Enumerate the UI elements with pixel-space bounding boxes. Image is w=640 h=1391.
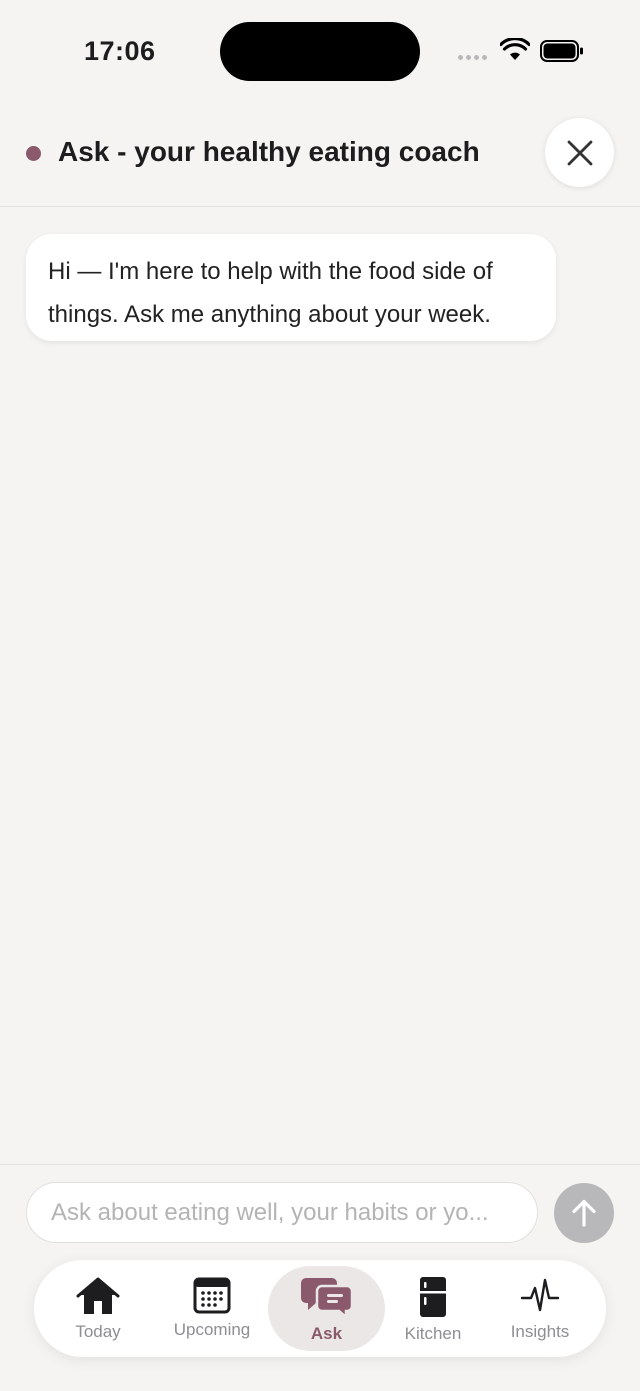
chat-header: Ask - your healthy eating coach (0, 100, 640, 207)
dynamic-island (220, 22, 420, 81)
tab-label: Today (75, 1322, 121, 1341)
cellular-signal-icon (458, 55, 487, 60)
arrow-up-icon (572, 1199, 596, 1227)
message-input[interactable] (27, 1183, 537, 1242)
tab-label: Insights (510, 1322, 570, 1341)
tab-label: Ask (310, 1324, 343, 1343)
message-input-wrapper (26, 1182, 538, 1243)
tab-upcoming[interactable]: Upcoming (160, 1266, 264, 1351)
tab-kitchen[interactable]: Kitchen (390, 1266, 476, 1351)
tab-today[interactable]: Today (44, 1266, 152, 1351)
pulse-icon (520, 1278, 560, 1312)
send-button[interactable] (554, 1183, 614, 1243)
tab-label: Kitchen (404, 1324, 462, 1343)
fridge-icon (420, 1277, 446, 1317)
assistant-message-bubble: Hi — I'm here to help with the food side… (26, 234, 556, 341)
chat-bubbles-icon (300, 1278, 353, 1318)
ask-screen: 17:06 Ask - your healthy eating coach Hi… (0, 0, 640, 1391)
close-icon (567, 140, 592, 165)
wifi-icon (500, 38, 530, 60)
status-time: 17:06 (84, 36, 156, 66)
calendar-icon (193, 1277, 231, 1314)
status-bar: 17:06 (0, 0, 640, 100)
home-icon (76, 1277, 120, 1314)
online-status-dot (26, 146, 41, 161)
battery-icon (540, 40, 583, 62)
tab-label: Upcoming (173, 1320, 251, 1339)
page-title: Ask - your healthy eating coach (58, 136, 480, 167)
tab-ask[interactable]: Ask (268, 1266, 385, 1351)
tab-insights[interactable]: Insights (490, 1266, 590, 1351)
message-composer (0, 1164, 640, 1254)
tab-bar: Today Upcoming Ask Kitchen Insights (34, 1260, 606, 1357)
close-button[interactable] (545, 118, 614, 187)
